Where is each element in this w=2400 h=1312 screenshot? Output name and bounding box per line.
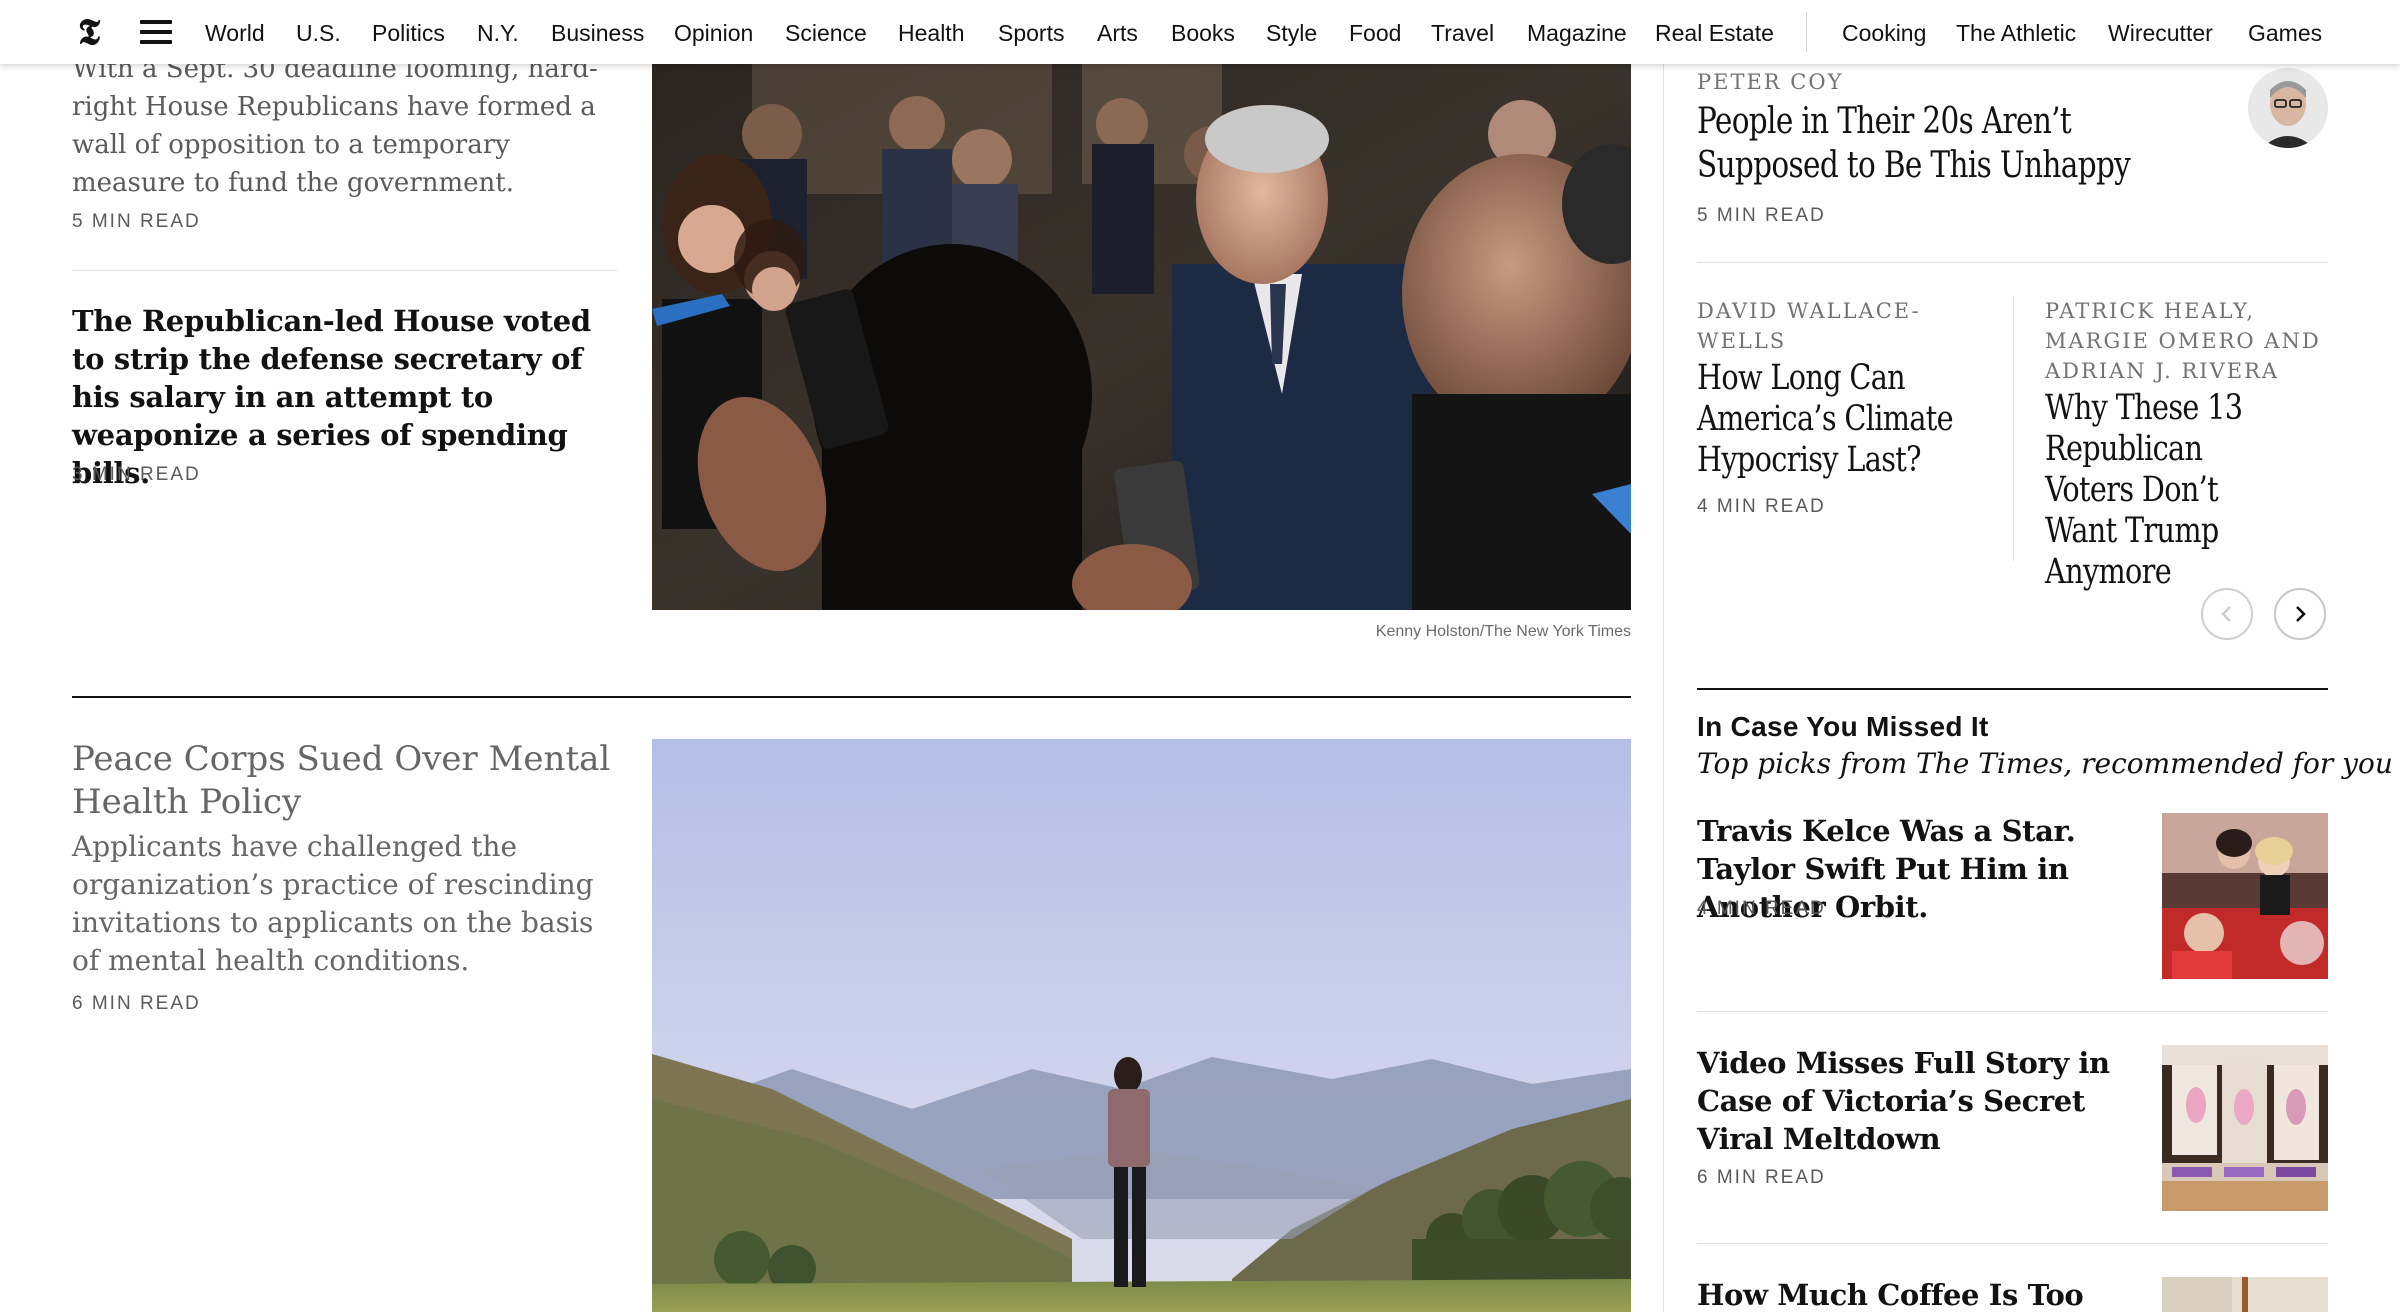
nav-item-us[interactable]: U.S. xyxy=(296,19,341,47)
read-time: 6 MIN READ xyxy=(72,993,201,1014)
carousel-previous-button[interactable] xyxy=(2201,588,2253,640)
section-title[interactable]: In Case You Missed It xyxy=(1697,710,1989,744)
nyt-logo[interactable]: 𝕿 xyxy=(78,13,110,51)
nav-divider xyxy=(1806,12,1807,52)
story-summary-peace-corps[interactable]: Applicants have challenged the organizat… xyxy=(72,828,622,980)
section-subtitle: Top picks from The Times, recommended fo… xyxy=(1697,747,2393,780)
peace-corps-volunteer-photo[interactable] xyxy=(652,739,1631,1312)
nav-item-the-athletic[interactable]: The Athletic xyxy=(1956,19,2076,47)
nav-item-science[interactable]: Science xyxy=(785,19,867,47)
opinion-byline[interactable]: DAVID WALLACE-WELLS xyxy=(1697,296,1957,356)
read-time: 4 MIN READ xyxy=(1697,496,1826,517)
story-divider xyxy=(72,270,617,271)
nav-item-cooking[interactable]: Cooking xyxy=(1842,19,1926,47)
nav-item-arts[interactable]: Arts xyxy=(1097,19,1138,47)
opinion-headline[interactable]: How Long Can America’s Climate Hypocrisy… xyxy=(1697,358,1959,481)
chevron-right-icon xyxy=(2296,606,2306,622)
nav-item-politics[interactable]: Politics xyxy=(372,19,445,47)
read-time: 4 MIN READ xyxy=(1697,898,1826,919)
recommended-headline[interactable]: How Much Coffee Is Too Much xyxy=(1697,1276,2142,1312)
recommended-headline[interactable]: Video Misses Full Story in Case of Victo… xyxy=(1697,1044,2142,1158)
nav-item-books[interactable]: Books xyxy=(1171,19,1235,47)
section-divider xyxy=(1697,688,2328,690)
recommended-thumbnail[interactable] xyxy=(2162,1045,2328,1211)
story-summary[interactable]: With a Sept. 30 deadline looming, hard-r… xyxy=(72,50,622,202)
column-divider xyxy=(1663,64,1664,1312)
chevron-left-icon xyxy=(2221,606,2231,622)
nav-item-games[interactable]: Games xyxy=(2248,19,2322,47)
recommended-thumbnail[interactable] xyxy=(2162,813,2328,979)
opinion-byline[interactable]: PETER COY xyxy=(1697,67,1843,97)
nav-item-travel[interactable]: Travel xyxy=(1431,19,1494,47)
nav-item-opinion[interactable]: Opinion xyxy=(674,19,753,47)
opinion-card-divider xyxy=(2013,296,2014,561)
opinion-headline[interactable]: People in Their 20s Aren’t Supposed to B… xyxy=(1697,100,2189,188)
hamburger-menu-icon[interactable] xyxy=(140,20,172,44)
story-headline-peace-corps[interactable]: Peace Corps Sued Over Mental Health Poli… xyxy=(72,738,632,824)
list-divider xyxy=(1697,1011,2328,1012)
opinion-byline[interactable]: PATRICK HEALY, MARGIE OMERO AND ADRIAN J… xyxy=(2045,296,2335,386)
read-time: 5 MIN READ xyxy=(1697,205,1826,226)
read-time: 3 MIN READ xyxy=(72,464,201,485)
opinion-divider xyxy=(1697,262,2328,263)
nav-item-food[interactable]: Food xyxy=(1349,19,1401,47)
recommended-thumbnail[interactable] xyxy=(2162,1277,2328,1312)
nav-item-business[interactable]: Business xyxy=(551,19,644,47)
congress-press-photo[interactable] xyxy=(652,64,1631,610)
read-time: 6 MIN READ xyxy=(1697,1167,1826,1188)
nav-item-health[interactable]: Health xyxy=(898,19,964,47)
nav-item-ny[interactable]: N.Y. xyxy=(477,19,519,47)
nav-item-magazine[interactable]: Magazine xyxy=(1527,19,1627,47)
photo-credit: Kenny Holston/The New York Times xyxy=(1375,623,1631,640)
list-divider xyxy=(1697,1243,2328,1244)
opinion-headline[interactable]: Why These 13 Republican Voters Don’t Wan… xyxy=(2045,388,2283,593)
nav-item-style[interactable]: Style xyxy=(1266,19,1317,47)
read-time: 5 MIN READ xyxy=(72,211,201,232)
nav-item-sports[interactable]: Sports xyxy=(998,19,1064,47)
nav-item-world[interactable]: World xyxy=(205,19,265,47)
carousel-next-button[interactable] xyxy=(2274,588,2326,640)
section-divider xyxy=(72,696,1631,698)
columnist-avatar xyxy=(2248,68,2328,148)
nav-item-wirecutter[interactable]: Wirecutter xyxy=(2108,19,2213,47)
nav-item-real-estate[interactable]: Real Estate xyxy=(1655,19,1774,47)
top-navigation-bar: 𝕿 World U.S. Politics N.Y. Business Opin… xyxy=(0,0,2400,64)
